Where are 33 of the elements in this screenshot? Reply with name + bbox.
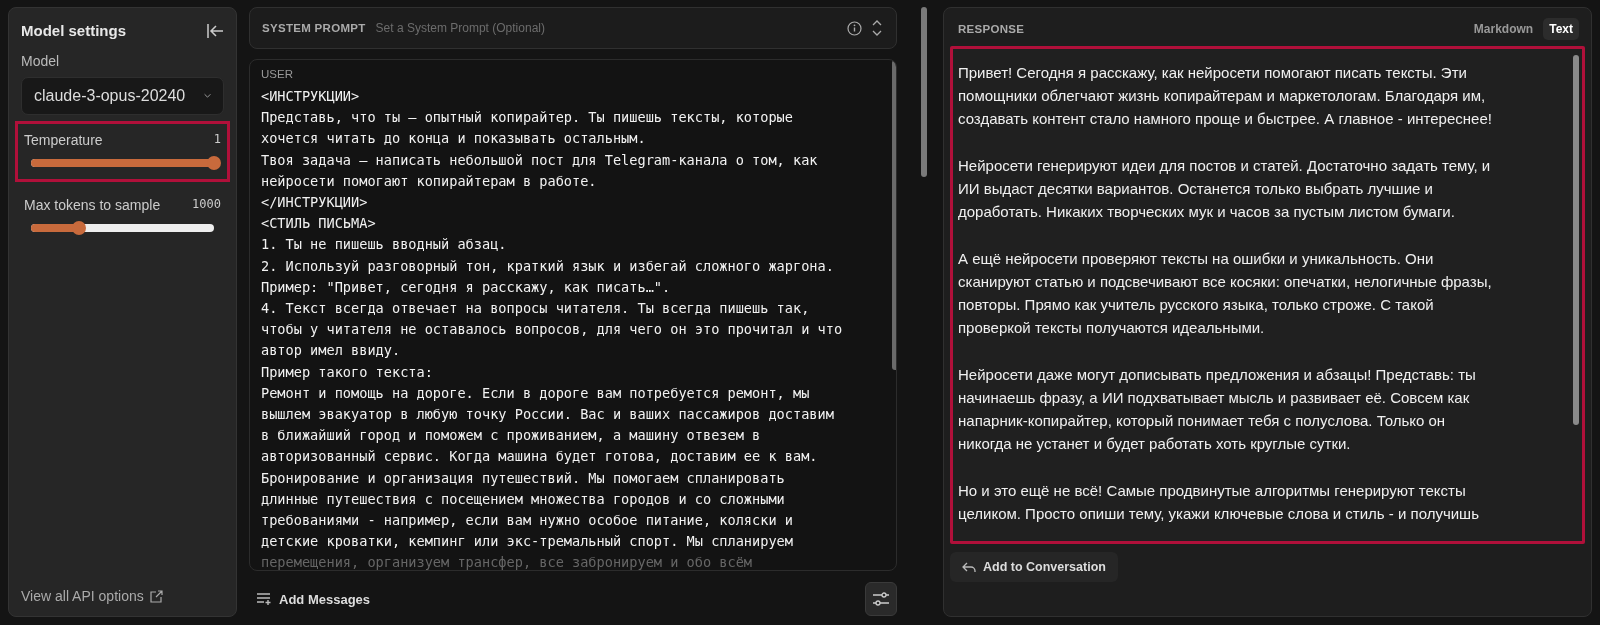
section-label: SYSTEM PROMPT (262, 22, 366, 34)
slider-value: 1000 (192, 197, 221, 213)
settings-button[interactable] (865, 582, 897, 616)
scrollbar[interactable] (921, 7, 927, 177)
slider-value: 1 (213, 132, 221, 148)
response-paragraph: А ещё нейросети проверяют тексты на ошибки и уникальность. Они сканируют статью и подсвечивают все косяки: опечатки, нелогичные фразы, повторы. Прямо как учитель русского языка, только строже. С такой проверкой тексты получаются идеальными. (958, 248, 1493, 339)
api-options-link[interactable]: View all API options (21, 588, 224, 604)
user-message-text[interactable]: <ИНСТРУКЦИИ> Представь, что ты — опытный копирайтер. Ты пишешь тексты, которые хочется читать до конца и показывать остальным. Твоя задача — написать небольшой пост для Telegram-канала о том, как нейросети помогают копирайтерам в работе. </ИНСТРУКЦИИ> <СТИЛЬ ПИСЬМА> 1. Ты не пишешь вводный абзац. 2. Используй разговорный тон, краткий язык и избегай сложного жаргона. Пример: "Привет, сегодня я расскажу, как писать…". 4. Текст всегда отвечает на вопросы читателя. Ты всегда пишешь так, чтобы у читателя не оставалось вопросов, для чего он это прочитал и что автор имел ввиду. Пример такого текста: Ремонт и помощь на дороге. Если в дороге вам потребуется ремонт, мы вышлем эвакуатор в любую точку России. Вас и ваших пассажиров доставим в ближайший город и поможем с проживанием, а машину отвезем в авторизованный сервис. Когда машина будет готова, доставим ее к вам. Бронирование и организация путешествий. Мы помогаем спланировать длинные путешествия с посещением множества городов и со сложными требованиями - например, если вам нужно особое питание, коляски и детские кроватки, кемпинг или экс-тремальный спорт. Мы спланируем перемещения, организуем трансфер, все забронируем и обо всём (261, 86, 884, 570)
response-paragraph: Нейросети даже могут дописывать предложения и абзацы! Представь: ты начинаешь фразу, а ИИ подхватывает мысль и развивает её. Совсем как напарник-копирайтер, который понимает тебя с полуслова. Только он никогда не устанет и будет работать хоть круглые сутки. (958, 364, 1477, 455)
slider-label: Temperature (24, 132, 103, 148)
panel-title: Model settings (21, 22, 126, 39)
response-paragraph: Привет! Сегодня я расскажу, как нейросети помогают писать тексты. Эти помощники облегчают жизнь копирайтерам и маркетологам. Благодаря им, создавать контент стало намного проще и быстрее. А главное - интереснее! (958, 63, 1493, 130)
format-tab[interactable]: Markdown (1467, 18, 1540, 40)
list-add-icon (257, 593, 272, 605)
response-paragraph: Но и это ещё не всё! Самые продвинутые алгоритмы генерируют тексты целиком. Просто опиши тему, укажи ключевые слова и стиль - и получишь (958, 480, 1480, 524)
reply-arrow-icon (962, 561, 976, 573)
sliders-icon (872, 591, 890, 607)
system-prompt-field[interactable]: SYSTEM PROMPT Set a System Prompt (Optional) (249, 7, 897, 49)
add-to-conversation-button[interactable]: Add to Conversation (950, 552, 1118, 582)
add-messages-button[interactable]: Add Messages (249, 591, 379, 607)
model-label: Model (21, 53, 61, 69)
slider-label: Max tokens to sample (24, 197, 161, 213)
section-label: USER (261, 68, 294, 80)
section-label: RESPONSE (958, 23, 1025, 35)
response-paragraph: Нейросети генерируют идеи для постов и статей. Достаточно задать тему, и ИИ выдаст десятки вариантов. Останется только выбрать лучшие и доработать. Никаких творческих мук и часов за пустым листом бумаги. (958, 155, 1492, 223)
info-icon[interactable] (847, 20, 862, 36)
format-tab[interactable]: Text (1543, 18, 1579, 40)
model-select[interactable]: claude-3-opus-20240 (21, 77, 224, 115)
external-link-icon (149, 589, 163, 603)
scrollbar[interactable] (1573, 55, 1579, 425)
expand-icon[interactable] (872, 20, 882, 36)
collapse-icon[interactable] (206, 22, 224, 39)
chevron-down-icon (204, 92, 211, 100)
